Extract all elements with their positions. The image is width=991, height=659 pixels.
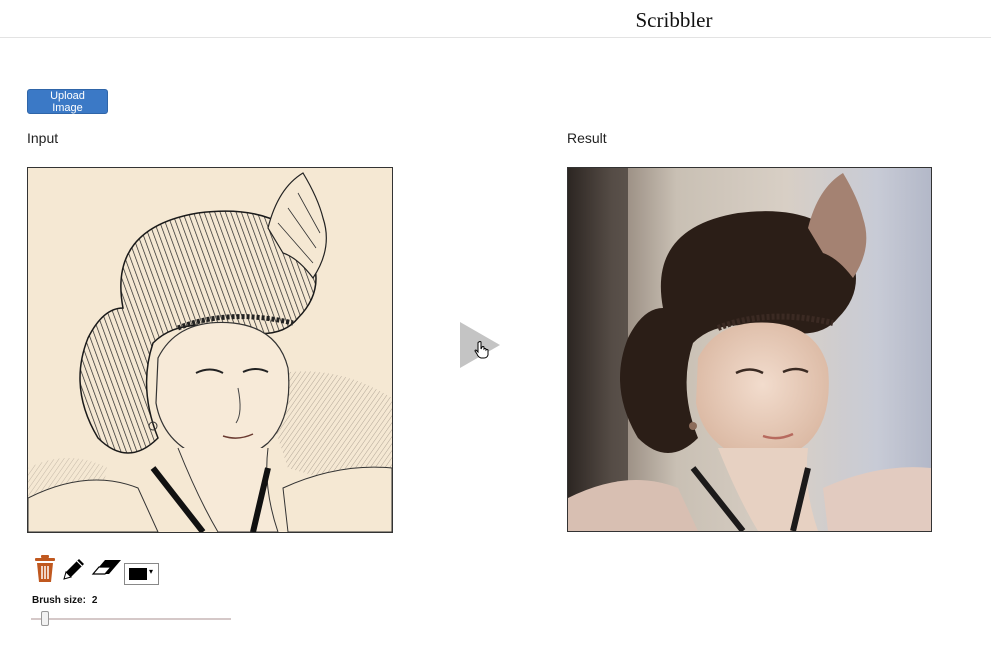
pencil-icon[interactable]	[61, 556, 87, 582]
chevron-down-icon: ▾	[149, 567, 154, 576]
input-canvas[interactable]	[27, 167, 393, 533]
upload-image-button[interactable]: Upload Image	[27, 89, 108, 114]
brush-size-slider-thumb[interactable]	[41, 611, 49, 626]
eraser-icon[interactable]	[91, 556, 123, 580]
color-picker[interactable]: ▾	[124, 563, 159, 585]
brush-size-value: 2	[91, 595, 98, 606]
brush-size-text: Brush size:	[32, 595, 86, 606]
input-sketch-image	[28, 168, 392, 532]
result-colorized-image	[568, 168, 931, 531]
brush-size-label: Brush size: 2	[32, 595, 97, 606]
hand-cursor-icon	[474, 341, 490, 359]
color-swatch	[129, 568, 147, 580]
app-title: Scribbler	[635, 8, 713, 32]
header-divider	[0, 37, 991, 38]
result-canvas	[567, 167, 932, 532]
brush-size-slider[interactable]	[31, 618, 231, 620]
input-label: Input	[27, 130, 59, 146]
trash-icon[interactable]	[33, 555, 57, 583]
result-label: Result	[567, 130, 607, 146]
scribbler-page: Scribbler Upload Image Input Result ▾ Br…	[0, 0, 991, 659]
